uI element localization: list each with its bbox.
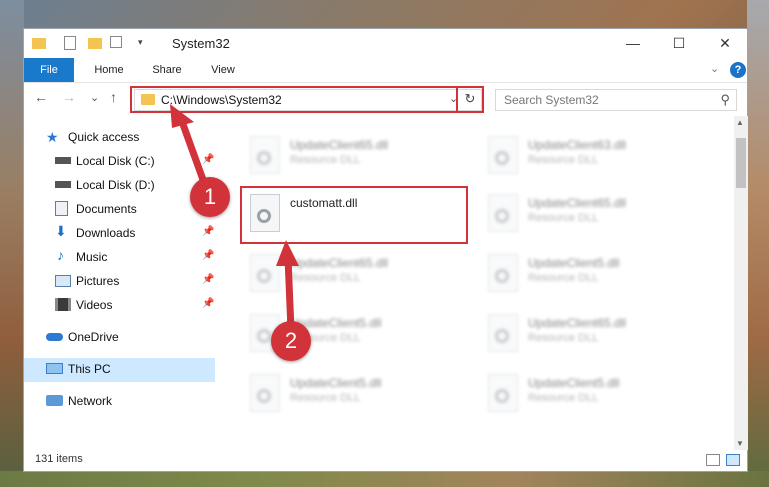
step-1-badge: 1	[190, 177, 230, 217]
arrow-1-head	[170, 104, 194, 128]
arrow-2-shaft	[284, 254, 295, 334]
arrow-1-shaft	[176, 112, 210, 192]
annotation-arrows	[170, 104, 299, 334]
arrow-2-head	[276, 240, 299, 266]
step-2-badge: 2	[271, 321, 311, 361]
